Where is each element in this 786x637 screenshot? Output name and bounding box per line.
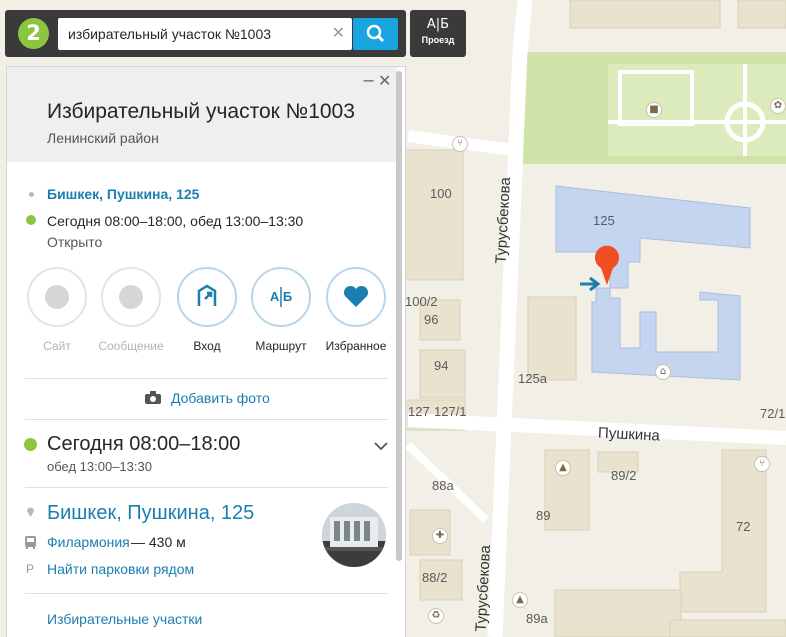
globe-icon (45, 285, 69, 309)
search-box: ✕ (58, 18, 352, 50)
entrance-button[interactable]: Вход (169, 267, 245, 353)
house-number: 72 (736, 519, 751, 534)
building (569, 0, 721, 29)
address-dot-icon (29, 192, 34, 197)
entrance-label: Вход (193, 339, 221, 353)
school-icon[interactable]: ▲ (555, 460, 571, 476)
house-number: 100/2 (405, 294, 438, 309)
pin-icon (27, 507, 34, 517)
search-bar: 2 ✕ (5, 10, 406, 57)
street-label: Пушкина (597, 424, 661, 445)
find-parking-link[interactable]: Найти парковки рядом (47, 561, 194, 577)
open-status: Открыто (47, 234, 103, 250)
clock-icon (24, 438, 37, 451)
house-number: 94 (434, 358, 449, 373)
house-number: 127 (408, 404, 430, 419)
parking-icon: P (26, 562, 35, 576)
building (737, 0, 786, 29)
house-number: 125а (518, 371, 547, 386)
divider (25, 487, 388, 488)
site-button[interactable]: Сайт (19, 267, 95, 353)
scrollbar[interactable] (396, 71, 402, 561)
search-icon (366, 24, 385, 43)
house-number: 88/2 (422, 570, 448, 585)
recycle-icon[interactable]: ♻ (428, 608, 444, 624)
building (669, 619, 786, 637)
logo-glyph: 2 (26, 21, 41, 45)
address-link[interactable]: Бишкек, Пушкина, 125 (47, 186, 199, 202)
school-icon[interactable]: ▲ (512, 592, 528, 608)
divider (25, 378, 388, 379)
house-number: 125 (593, 213, 615, 228)
route-circle: А Б (251, 267, 311, 327)
clock-icon (26, 215, 36, 225)
restaurant-icon[interactable]: ⑂ (452, 136, 468, 152)
route-planner-button[interactable]: А|Б Проезд (410, 10, 466, 57)
route-icon: А|Б (426, 17, 450, 32)
house-number: 127/1 (434, 404, 467, 419)
heart-icon (343, 285, 369, 307)
road-turusbekova-north (512, 0, 533, 53)
government-icon[interactable]: ⌂ (655, 364, 671, 380)
site-label: Сайт (43, 339, 71, 353)
park-icon[interactable]: ✿ (770, 98, 786, 114)
route-planner-label: Проезд (421, 35, 455, 45)
divider (25, 593, 388, 594)
house-number: 88а (432, 478, 454, 493)
house-number: 100 (430, 186, 452, 201)
route-label: Маршрут (255, 339, 307, 353)
bus-icon (25, 536, 36, 549)
message-icon (119, 285, 143, 309)
monument-icon[interactable]: ■ (646, 102, 662, 118)
message-circle (101, 267, 161, 327)
message-label: Сообщение (98, 339, 164, 353)
minimize-button[interactable]: − (362, 71, 375, 90)
hospital-icon[interactable]: ✚ (432, 528, 448, 544)
card-header: Избирательный участок №1003 Ленинский ра… (7, 67, 397, 162)
house-number: 89а (526, 611, 548, 626)
card-title: Избирательный участок №1003 (47, 100, 355, 123)
hours-heading: Сегодня 08:00–18:00 (47, 433, 241, 455)
favorite-circle (326, 267, 386, 327)
house-number: 72/1 (760, 406, 786, 421)
site-circle (27, 267, 87, 327)
camera-icon (145, 391, 161, 404)
route-icon: А Б (270, 287, 292, 307)
chevron-down-icon[interactable] (373, 440, 389, 452)
place-card: Избирательный участок №1003 Ленинский ра… (6, 66, 406, 637)
search-button[interactable] (353, 18, 398, 50)
house-number: 96 (424, 312, 439, 327)
building (527, 296, 577, 381)
message-button[interactable]: Сообщение (93, 267, 169, 353)
route-button[interactable]: А Б Маршрут (243, 267, 319, 353)
favorite-button[interactable]: Избранное (318, 267, 394, 353)
hours-text: Сегодня 08:00–18:00, обед 13:00–13:30 (47, 213, 304, 229)
favorite-label: Избранное (325, 339, 387, 353)
category-link[interactable]: Избирательные участки (47, 611, 202, 627)
place-photo[interactable] (322, 503, 386, 567)
house-number: 89/2 (611, 468, 637, 483)
clear-icon[interactable]: ✕ (332, 23, 345, 42)
entrance-circle (177, 267, 237, 327)
house-number: 89 (536, 508, 551, 523)
address-heading-link[interactable]: Бишкек, Пушкина, 125 (47, 502, 254, 525)
search-input[interactable] (58, 18, 324, 50)
restaurant-icon[interactable]: ⑂ (754, 456, 770, 472)
place-photo-image (322, 503, 386, 567)
entrance-icon (197, 284, 217, 306)
bus-stop-distance: — 430 м (131, 534, 186, 550)
bus-stop-link[interactable]: Филармония (47, 534, 130, 550)
add-photo-label: Добавить фото (171, 390, 270, 406)
logo[interactable]: 2 (18, 18, 49, 49)
lunch-break-text: обед 13:00–13:30 (47, 459, 152, 474)
building (404, 149, 464, 281)
building (554, 589, 682, 637)
divider (25, 419, 388, 420)
add-photo-button[interactable]: Добавить фото (145, 390, 285, 408)
card-subtitle: Ленинский район (47, 130, 159, 146)
close-button[interactable]: ✕ (378, 71, 391, 90)
